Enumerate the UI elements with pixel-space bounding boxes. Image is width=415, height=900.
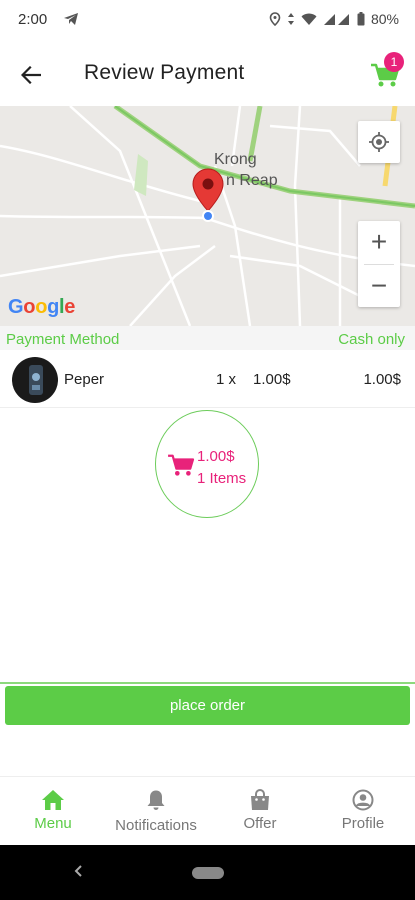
item-unit-price: 1.00$: [253, 371, 291, 388]
home-icon: [41, 789, 65, 816]
cart-icon: [167, 453, 195, 482]
order-summary-circle: 1.00$ 1 Items: [155, 410, 259, 518]
payment-method-value: Cash only: [338, 331, 405, 348]
zoom-controls: + −: [358, 221, 400, 307]
map-place-label: n Reap: [226, 172, 278, 189]
chevron-left-icon: [74, 865, 82, 877]
profile-icon: [352, 789, 374, 816]
payment-method-row: Payment Method Cash only: [0, 326, 415, 350]
nav-item-profile[interactable]: Profile: [328, 777, 398, 846]
nav-label-profile: Profile: [341, 815, 385, 832]
cart-badge: 1: [384, 52, 404, 72]
system-home-button[interactable]: [192, 867, 224, 879]
item-quantity: 1 x: [216, 371, 237, 388]
crosshair-icon: [369, 132, 389, 152]
summary-item-count: 1 Items: [197, 470, 247, 487]
status-icons: 80%: [269, 11, 399, 27]
telegram-icon: [63, 12, 79, 31]
cart-button[interactable]: 1: [370, 52, 406, 92]
nav-label-notifications: Notifications: [115, 817, 197, 834]
back-button[interactable]: [16, 60, 46, 90]
location-icon: [269, 12, 281, 26]
zoom-in-button[interactable]: +: [358, 221, 400, 263]
battery-icon: [357, 12, 365, 26]
bottom-navigation: Menu Notifications Offer Profile: [0, 776, 415, 845]
divider: [0, 682, 415, 684]
item-name: Peper: [64, 371, 105, 388]
item-thumbnail: [12, 357, 58, 403]
shopping-bag-icon: [249, 789, 271, 816]
place-order-button[interactable]: place order: [5, 686, 410, 725]
bell-icon: [146, 789, 166, 816]
my-location-button[interactable]: [358, 121, 400, 163]
signal-icon: [323, 13, 351, 26]
zoom-out-button[interactable]: −: [358, 265, 400, 307]
current-location-dot: [202, 210, 214, 222]
status-time: 2:00: [18, 11, 48, 28]
map-place-label: Krong: [214, 151, 257, 168]
nav-label-offer: Offer: [243, 815, 277, 832]
nav-item-notifications[interactable]: Notifications: [104, 777, 208, 846]
status-bar: 2:00 80%: [0, 0, 415, 40]
nav-item-offer[interactable]: Offer: [225, 777, 295, 846]
location-map[interactable]: Krong n Reap + − Google: [0, 106, 415, 326]
system-navigation-bar: [0, 845, 415, 900]
data-transfer-icon: [287, 12, 295, 26]
arrow-back-icon: [21, 66, 41, 84]
nav-item-menu[interactable]: Menu: [18, 777, 88, 846]
wifi-icon: [301, 13, 317, 26]
order-item-row: Peper 1 x 1.00$ 1.00$: [0, 350, 415, 408]
payment-method-label: Payment Method: [6, 331, 120, 348]
page-title: Review Payment: [84, 61, 245, 84]
item-total: 1.00$: [363, 371, 401, 388]
app-bar: Review Payment 1: [0, 40, 415, 106]
summary-total: 1.00$: [197, 448, 235, 465]
google-logo: Google: [8, 296, 76, 318]
nav-label-menu: Menu: [34, 815, 72, 832]
battery-level: 80%: [370, 11, 399, 27]
system-back-button[interactable]: [74, 862, 84, 883]
